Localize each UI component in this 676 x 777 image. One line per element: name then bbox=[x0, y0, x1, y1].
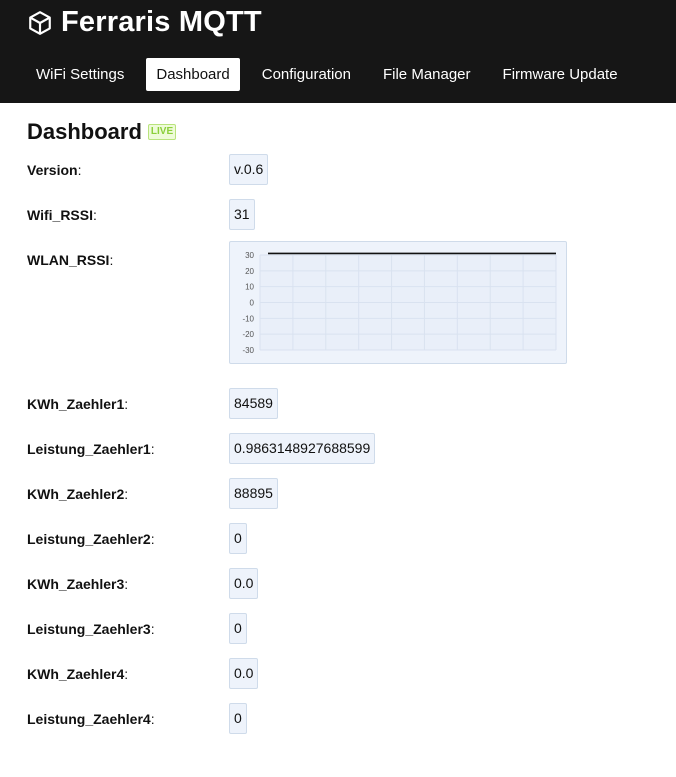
field-label: Leistung_Zaehler4: bbox=[27, 711, 155, 727]
page-title: Dashboard bbox=[27, 119, 142, 144]
field-value: 0 bbox=[229, 703, 247, 734]
field-value: 88895 bbox=[229, 478, 278, 509]
nav-firmware-update[interactable]: Firmware Update bbox=[493, 58, 628, 91]
top-bar: Ferraris MQTT WiFi Settings Dashboard Co… bbox=[0, 0, 676, 103]
y-tick-label: -10 bbox=[242, 314, 254, 323]
field-value: 31 bbox=[229, 199, 255, 230]
field-value: 0 bbox=[229, 613, 247, 644]
field-label: KWh_Zaehler3: bbox=[27, 576, 129, 592]
field-label: Wifi_RSSI: bbox=[27, 207, 97, 223]
field-label: Leistung_Zaehler2: bbox=[27, 531, 155, 547]
brand: Ferraris MQTT bbox=[27, 6, 262, 39]
wlan-rssi-chart: 30 20 10 0 -10 -20 -30 bbox=[229, 241, 567, 364]
field-label: Version: bbox=[27, 162, 82, 178]
nav-dashboard[interactable]: Dashboard bbox=[146, 58, 240, 91]
field-label: KWh_Zaehler4: bbox=[27, 666, 129, 682]
field-value: 0.0 bbox=[229, 658, 259, 689]
cube-icon bbox=[29, 10, 51, 35]
app-title: Ferraris MQTT bbox=[61, 6, 262, 38]
field-label: Leistung_Zaehler3: bbox=[27, 621, 155, 637]
chart-svg: 30 20 10 0 -10 -20 -30 bbox=[242, 251, 557, 355]
y-tick-label: -20 bbox=[242, 330, 254, 339]
field-label: KWh_Zaehler1: bbox=[27, 396, 129, 412]
field-label: Leistung_Zaehler1: bbox=[27, 441, 155, 457]
field-value: 0.9863148927688599 bbox=[229, 433, 376, 464]
nav-file-manager[interactable]: File Manager bbox=[373, 58, 481, 91]
y-tick-label: 20 bbox=[245, 267, 254, 276]
field-value: 0 bbox=[229, 523, 247, 554]
nav-configuration[interactable]: Configuration bbox=[252, 58, 361, 91]
field-value: 84589 bbox=[229, 388, 278, 419]
page-header: Dashboard LIVE bbox=[27, 119, 177, 145]
nav-wifi-settings[interactable]: WiFi Settings bbox=[26, 58, 134, 91]
field-value: 0.0 bbox=[229, 568, 259, 599]
field-label: KWh_Zaehler2: bbox=[27, 486, 129, 502]
y-tick-label: 0 bbox=[250, 299, 255, 308]
y-tick-label: 10 bbox=[245, 283, 254, 292]
main-nav: WiFi Settings Dashboard Configuration Fi… bbox=[26, 58, 640, 91]
y-tick-label: 30 bbox=[245, 251, 254, 260]
field-label: WLAN_RSSI: bbox=[27, 252, 114, 268]
field-value: v.0.6 bbox=[229, 154, 269, 185]
y-tick-label: -30 bbox=[242, 346, 254, 355]
live-badge: LIVE bbox=[147, 124, 177, 140]
